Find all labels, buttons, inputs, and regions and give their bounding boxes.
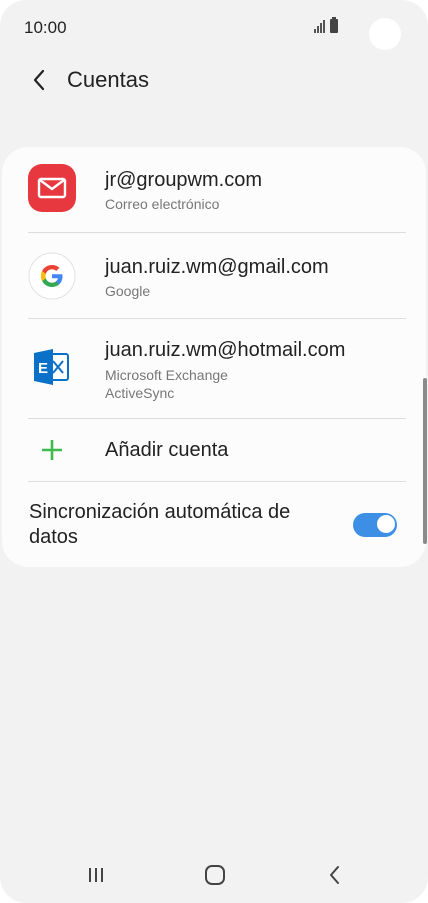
scroll-indicator[interactable] <box>423 378 427 544</box>
account-name: juan.ruiz.wm@hotmail.com <box>105 339 346 361</box>
page-title: Cuentas <box>67 67 149 92</box>
google-icon <box>28 252 76 300</box>
camera-cutout <box>369 18 401 50</box>
account-name: juan.ruiz.wm@gmail.com <box>105 256 329 278</box>
add-account-label: Añadir cuenta <box>105 439 229 461</box>
recents-button[interactable] <box>81 860 111 890</box>
svg-text:E: E <box>38 360 48 377</box>
account-name: jr@groupwm.com <box>105 169 263 191</box>
signal-icon <box>314 19 325 33</box>
auto-sync-toggle[interactable] <box>353 513 397 537</box>
plus-icon <box>28 426 76 474</box>
battery-icon <box>330 17 338 33</box>
account-row-email[interactable]: jr@groupwm.com Correo electrónico <box>2 147 426 232</box>
chevron-left-icon <box>33 69 45 91</box>
status-time: 10:00 <box>24 18 67 37</box>
account-row-exchange[interactable]: E juan.ruiz.wm@hotmail.com Microsoft Exc… <box>2 319 426 418</box>
nav-back-button[interactable] <box>320 860 350 890</box>
back-button[interactable] <box>26 66 52 94</box>
exchange-icon: E <box>28 343 76 391</box>
auto-sync-label: Sincronización automática de datos <box>29 501 291 548</box>
email-app-icon <box>28 164 76 212</box>
home-icon <box>205 865 225 885</box>
add-account-button[interactable]: Añadir cuenta <box>2 419 426 481</box>
account-type: Correo electrónico <box>105 196 220 212</box>
toggle-knob <box>376 514 396 534</box>
home-button[interactable] <box>200 860 230 890</box>
accounts-card: jr@groupwm.com Correo electrónico juan.r… <box>2 147 426 567</box>
account-row-google[interactable]: juan.ruiz.wm@gmail.com Google <box>2 233 426 318</box>
phone-screen: 10:00 Cuentas jr@groupwm.com Correo elec… <box>0 0 428 903</box>
account-type: Google <box>105 283 151 299</box>
account-type: Microsoft Exchange ActiveSync <box>105 367 228 401</box>
recents-icon <box>89 868 103 882</box>
back-icon <box>330 866 339 884</box>
status-icons <box>314 17 338 33</box>
divider <box>28 481 406 482</box>
